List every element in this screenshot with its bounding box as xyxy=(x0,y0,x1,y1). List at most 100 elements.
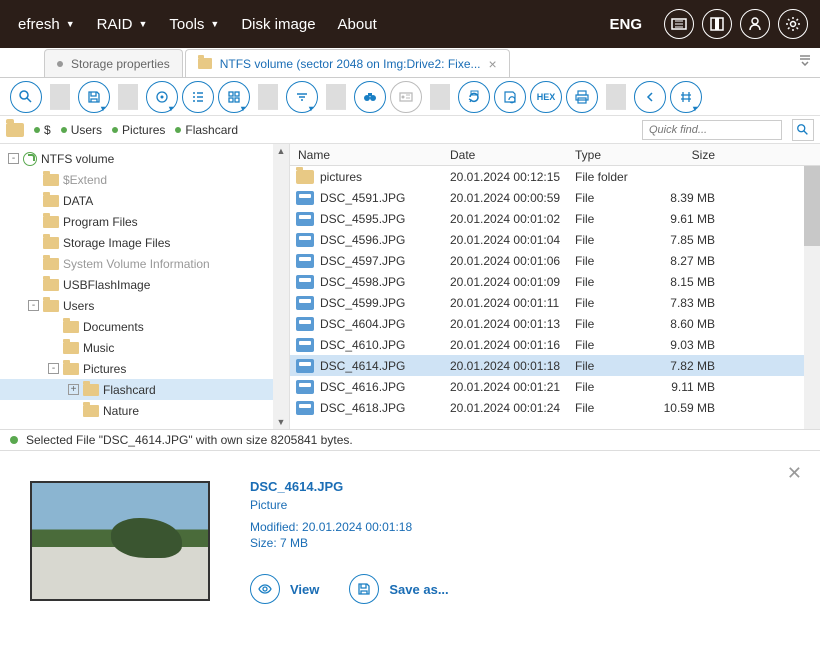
menu-disk-image[interactable]: Disk image xyxy=(231,16,325,33)
gear-icon[interactable] xyxy=(778,9,808,39)
preview-thumbnail[interactable] xyxy=(30,481,210,601)
tree-label: USBFlashImage xyxy=(63,278,150,292)
search-icon[interactable] xyxy=(792,119,814,141)
quick-find-input[interactable] xyxy=(642,120,782,140)
image-icon xyxy=(296,338,314,352)
col-size[interactable]: Size xyxy=(645,148,735,162)
split-icon[interactable] xyxy=(702,9,732,39)
tree-item[interactable]: Storage Image Files xyxy=(0,232,289,253)
file-row[interactable]: DSC_4591.JPG20.01.2024 00:00:59File8.39 … xyxy=(290,187,820,208)
tab-ntfs-volume[interactable]: NTFS volume (sector 2048 on Img:Drive2: … xyxy=(185,49,510,77)
file-type: File xyxy=(575,317,645,331)
file-row[interactable]: DSC_4616.JPG20.01.2024 00:01:21File9.11 … xyxy=(290,376,820,397)
tree-label: System Volume Information xyxy=(63,257,210,271)
file-row[interactable]: DSC_4614.JPG20.01.2024 00:01:18File7.82 … xyxy=(290,355,820,376)
panel-icon[interactable] xyxy=(664,9,694,39)
tree-item[interactable]: DATA xyxy=(0,190,289,211)
target-icon[interactable]: ▾ xyxy=(146,81,178,113)
tree-item[interactable]: -Users xyxy=(0,295,289,316)
file-row[interactable]: DSC_4598.JPG20.01.2024 00:01:09File8.15 … xyxy=(290,271,820,292)
breadcrumb-item[interactable]: Users xyxy=(61,123,102,137)
tab-storage-properties[interactable]: Storage properties xyxy=(44,49,183,77)
main-split: -NTFS volume$ExtendDATAProgram FilesStor… xyxy=(0,144,820,429)
breadcrumb-item[interactable]: Flashcard xyxy=(175,123,238,137)
reload-icon[interactable] xyxy=(458,81,490,113)
tree-item[interactable]: -NTFS volume xyxy=(0,148,289,169)
file-row[interactable]: pictures20.01.2024 00:12:15File folder xyxy=(290,166,820,187)
file-type: File xyxy=(575,191,645,205)
scrollbar[interactable]: ▲▼ xyxy=(273,144,289,429)
tree-item[interactable]: Documents xyxy=(0,316,289,337)
tree-label: Pictures xyxy=(83,362,126,376)
menu-raid[interactable]: RAID▼ xyxy=(87,16,158,33)
file-row[interactable]: DSC_4599.JPG20.01.2024 00:01:11File7.83 … xyxy=(290,292,820,313)
user-icon[interactable] xyxy=(740,9,770,39)
file-date: 20.01.2024 00:01:16 xyxy=(450,338,575,352)
close-icon[interactable]: × xyxy=(489,56,497,72)
folder-icon xyxy=(43,195,59,207)
tree-item[interactable]: System Volume Information xyxy=(0,253,289,274)
file-name: DSC_4610.JPG xyxy=(320,338,450,352)
tabs-overflow-icon[interactable] xyxy=(798,52,812,69)
back-icon[interactable] xyxy=(634,81,666,113)
file-grid: Name Date Type Size pictures20.01.2024 0… xyxy=(290,144,820,429)
hash-icon[interactable]: ▾ xyxy=(670,81,702,113)
search-icon[interactable] xyxy=(10,81,42,113)
filter-icon[interactable]: ▾ xyxy=(286,81,318,113)
col-name[interactable]: Name xyxy=(290,148,450,162)
tree-label: Documents xyxy=(83,320,144,334)
close-icon[interactable]: ✕ xyxy=(787,463,802,484)
menu-refresh[interactable]: efresh▼ xyxy=(8,16,85,33)
preview-info: DSC_4614.JPG Picture Modified: 20.01.202… xyxy=(250,471,449,621)
tree-item[interactable]: +Flashcard xyxy=(0,379,289,400)
file-name: DSC_4604.JPG xyxy=(320,317,450,331)
tree-item[interactable]: $Extend xyxy=(0,169,289,190)
tree-item[interactable]: Music xyxy=(0,337,289,358)
print-icon[interactable] xyxy=(566,81,598,113)
file-row[interactable]: DSC_4610.JPG20.01.2024 00:01:16File9.03 … xyxy=(290,334,820,355)
col-type[interactable]: Type xyxy=(575,148,645,162)
save-reload-icon[interactable] xyxy=(494,81,526,113)
file-type: File folder xyxy=(575,170,645,184)
language-selector[interactable]: ENG xyxy=(609,16,642,33)
list-icon[interactable] xyxy=(182,81,214,113)
breadcrumb-item[interactable]: Pictures xyxy=(112,123,165,137)
tree-item[interactable]: USBFlashImage xyxy=(0,274,289,295)
tree-item[interactable]: Program Files xyxy=(0,211,289,232)
menu-about[interactable]: About xyxy=(328,16,387,33)
binoculars-icon[interactable] xyxy=(354,81,386,113)
file-date: 20.01.2024 00:12:15 xyxy=(450,170,575,184)
preview-subtitle: Picture xyxy=(250,498,449,512)
breadcrumb-item[interactable]: $ xyxy=(34,123,51,137)
folder-icon xyxy=(43,258,59,270)
grid-icon[interactable]: ▾ xyxy=(218,81,250,113)
preview-panel: ✕ DSC_4614.JPG Picture Modified: 20.01.2… xyxy=(0,451,820,641)
folder-icon[interactable] xyxy=(6,123,24,137)
id-card-icon[interactable] xyxy=(390,81,422,113)
view-button[interactable]: View xyxy=(250,574,319,604)
file-date: 20.01.2024 00:01:11 xyxy=(450,296,575,310)
file-row[interactable]: DSC_4597.JPG20.01.2024 00:01:06File8.27 … xyxy=(290,250,820,271)
tree-item[interactable]: Nature xyxy=(0,400,289,421)
scrollbar[interactable] xyxy=(804,166,820,429)
file-size: 8.15 MB xyxy=(645,275,735,289)
grid-header: Name Date Type Size xyxy=(290,144,820,166)
file-date: 20.01.2024 00:01:21 xyxy=(450,380,575,394)
file-row[interactable]: DSC_4596.JPG20.01.2024 00:01:04File7.85 … xyxy=(290,229,820,250)
file-size: 9.61 MB xyxy=(645,212,735,226)
tree-label: Nature xyxy=(103,404,139,418)
folder-icon xyxy=(43,300,59,312)
menu-tools[interactable]: Tools▼ xyxy=(159,16,229,33)
hex-icon[interactable]: HEX xyxy=(530,81,562,113)
file-row[interactable]: DSC_4604.JPG20.01.2024 00:01:13File8.60 … xyxy=(290,313,820,334)
file-size: 8.60 MB xyxy=(645,317,735,331)
file-row[interactable]: DSC_4618.JPG20.01.2024 00:01:24File10.59… xyxy=(290,397,820,418)
tree-item[interactable]: -Pictures xyxy=(0,358,289,379)
save-as-button[interactable]: Save as... xyxy=(349,574,448,604)
file-name: DSC_4618.JPG xyxy=(320,401,450,415)
file-row[interactable]: DSC_4595.JPG20.01.2024 00:01:02File9.61 … xyxy=(290,208,820,229)
col-date[interactable]: Date xyxy=(450,148,575,162)
file-size: 10.59 MB xyxy=(645,401,735,415)
save-icon[interactable]: ▾ xyxy=(78,81,110,113)
tab-label: NTFS volume (sector 2048 on Img:Drive2: … xyxy=(220,57,481,71)
